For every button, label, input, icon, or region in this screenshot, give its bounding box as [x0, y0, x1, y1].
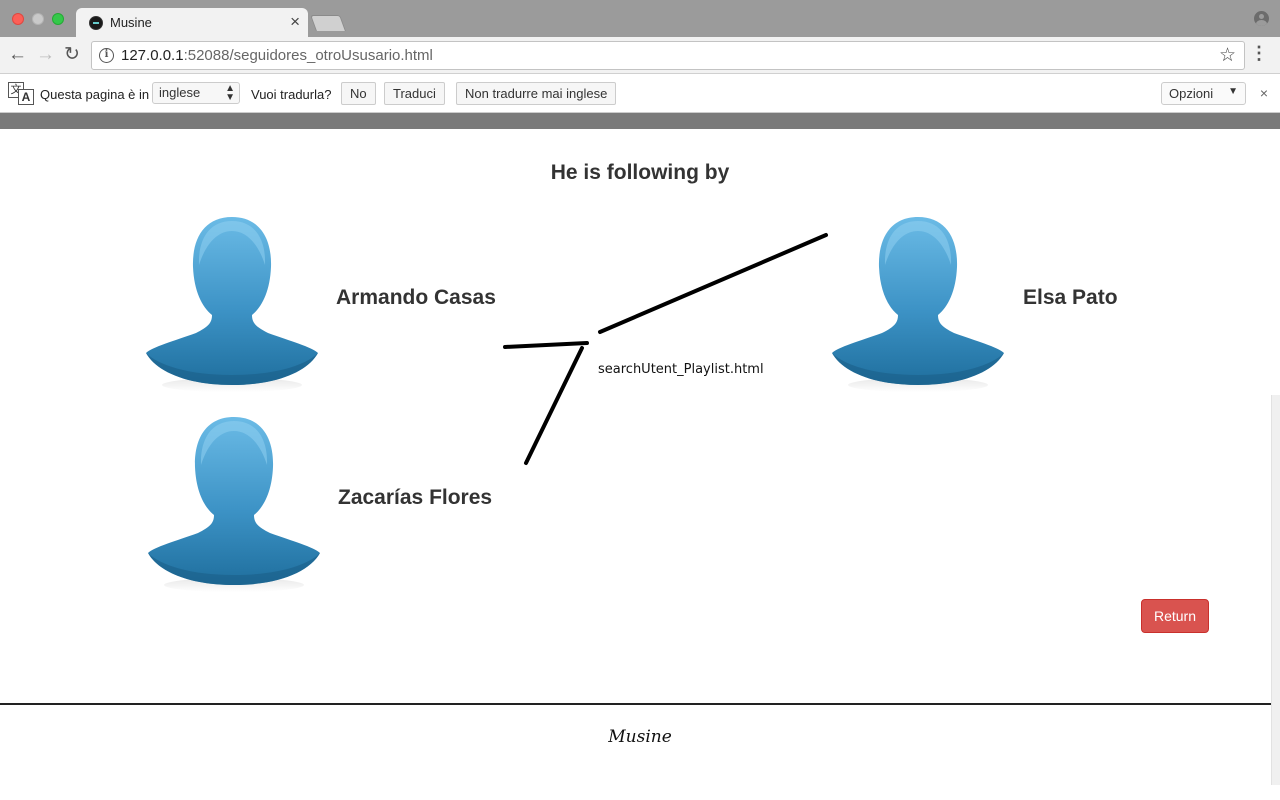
translate-options-select[interactable]: Opzioni ▼ — [1161, 82, 1246, 105]
language-select-value: inglese — [159, 85, 201, 100]
footer-brand: Musine — [608, 727, 672, 747]
profile-icon[interactable] — [1254, 11, 1269, 26]
translate-bar: 文 A Questa pagina è in inglese ▲ ▼ Vuoi t… — [0, 74, 1280, 113]
annotation-label: searchUtent_Playlist.html — [598, 362, 764, 377]
page-scrollbar[interactable] — [1271, 395, 1280, 785]
translate-icon: 文 A — [8, 82, 34, 105]
follower-name-armando[interactable]: Armando Casas — [336, 286, 496, 310]
new-tab-button[interactable] — [310, 15, 346, 31]
translate-options-label: Opzioni — [1169, 86, 1214, 101]
browser-menu-icon[interactable]: ⋮ — [1250, 43, 1268, 64]
select-arrows-icon: ▲ ▼ — [225, 83, 235, 103]
footer-divider — [0, 703, 1280, 705]
follower-name-elsa[interactable]: Elsa Pato — [1023, 286, 1118, 310]
translate-bar-close-icon[interactable]: × — [1260, 85, 1268, 101]
browser-tab-strip: Musine × — [0, 0, 1280, 37]
back-arrow-icon[interactable]: ← — [8, 43, 27, 67]
window-close-button[interactable] — [12, 13, 24, 25]
browser-toolbar: ← → ↻ i 127.0.0.1:52088/seguidores_otroU… — [0, 37, 1280, 74]
address-bar[interactable]: i 127.0.0.1:52088/seguidores_otroUsusari… — [91, 41, 1245, 70]
translate-prefix-label: Questa pagina è in — [40, 87, 150, 102]
avatar-icon — [832, 215, 1004, 395]
avatar-icon — [146, 215, 318, 395]
window-minimize-button[interactable] — [32, 13, 44, 25]
translate-question-label: Vuoi tradurla? — [251, 87, 332, 102]
translate-icon-glyph-target: A — [18, 89, 34, 105]
url-host: 127.0.0.1 — [121, 47, 184, 64]
translate-button[interactable]: Traduci — [384, 82, 445, 105]
forward-arrow-icon[interactable]: → — [36, 43, 55, 67]
window-maximize-button[interactable] — [52, 13, 64, 25]
avatar-icon — [148, 415, 320, 595]
browser-tab-active[interactable]: Musine × — [76, 8, 308, 37]
follower-name-zacarias[interactable]: Zacarías Flores — [338, 486, 492, 510]
reload-icon[interactable]: ↻ — [64, 43, 80, 67]
annotation-stroke-lower — [524, 346, 584, 465]
follower-avatar-icon[interactable] — [832, 215, 1004, 395]
chevron-down-icon: ▼ — [1228, 86, 1238, 97]
never-translate-button[interactable]: Non tradurre mai inglese — [456, 82, 617, 105]
follower-avatar-icon[interactable] — [146, 215, 318, 395]
tab-title: Musine — [110, 15, 152, 30]
annotation-stroke-upper — [598, 233, 828, 334]
url-path: :52088/seguidores_otroUsusario.html — [183, 47, 433, 64]
site-info-icon[interactable]: i — [99, 48, 114, 63]
site-favicon-icon — [89, 16, 103, 30]
page-header-bar — [0, 113, 1280, 129]
follower-avatar-icon[interactable] — [148, 415, 320, 595]
tab-close-icon[interactable]: × — [290, 12, 300, 32]
bookmark-star-icon[interactable]: ☆ — [1219, 44, 1236, 67]
language-select[interactable]: inglese ▲ ▼ — [152, 82, 240, 104]
no-translate-button[interactable]: No — [341, 82, 376, 105]
return-button[interactable]: Return — [1141, 599, 1209, 633]
url-text[interactable]: 127.0.0.1:52088/seguidores_otroUsusario.… — [121, 47, 433, 64]
annotation-stroke-horizontal — [503, 341, 589, 349]
page-title: He is following by — [550, 161, 730, 184]
